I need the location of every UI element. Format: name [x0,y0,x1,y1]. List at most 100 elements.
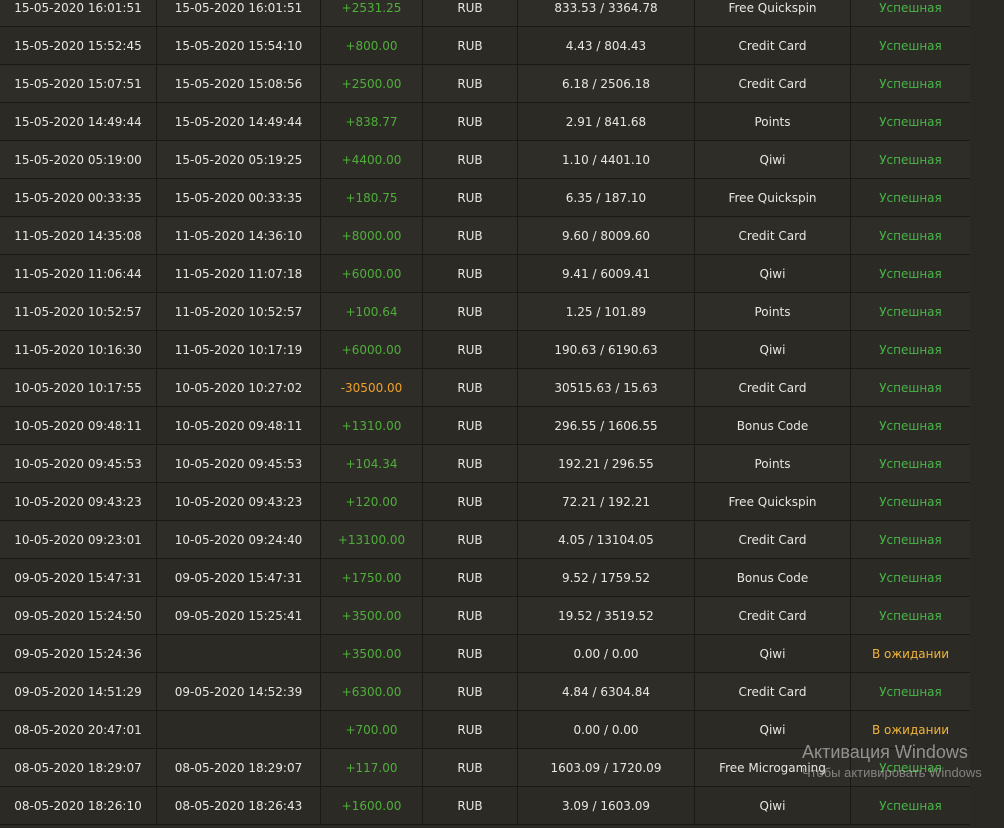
table-row: 10-05-2020 09:48:11 10-05-2020 09:48:11 +1… [0,406,971,445]
cell-balance: 1.25 / 101.89 [517,292,695,331]
cell-method: Points [694,292,851,331]
transactions-table: 15-05-2020 16:01:51 15-05-2020 16:01:51 +2… [0,0,971,825]
cell-amount: +180.75 [320,178,423,217]
cell-status: Успешная [850,520,971,559]
cell-currency: RUB [422,254,518,293]
cell-method: Free Microgaming [694,748,851,787]
table-row: 11-05-2020 10:16:30 11-05-2020 10:17:19 +6… [0,330,971,369]
cell-processed [156,634,321,673]
cell-amount: +6000.00 [320,330,423,369]
cell-processed: 09-05-2020 15:47:31 [156,558,321,597]
cell-created: 08-05-2020 18:29:07 [0,748,157,787]
cell-status: Успешная [850,596,971,635]
cell-method: Credit Card [694,64,851,103]
cell-balance: 0.00 / 0.00 [517,634,695,673]
table-row: 15-05-2020 15:52:45 15-05-2020 15:54:10 +8… [0,26,971,65]
cell-created: 15-05-2020 15:52:45 [0,26,157,65]
cell-created: 08-05-2020 20:47:01 [0,710,157,749]
table-row: 15-05-2020 16:01:51 15-05-2020 16:01:51 +2… [0,0,971,27]
cell-currency: RUB [422,634,518,673]
table-row: 15-05-2020 15:07:51 15-05-2020 15:08:56 +2… [0,64,971,103]
cell-method: Bonus Code [694,558,851,597]
transactions-table-wrapper: 15-05-2020 16:01:51 15-05-2020 16:01:51 +2… [0,0,971,825]
cell-method: Credit Card [694,520,851,559]
table-row: 11-05-2020 14:35:08 11-05-2020 14:36:10 +8… [0,216,971,255]
cell-status: Успешная [850,748,971,787]
right-gutter [970,0,1004,828]
cell-processed: 10-05-2020 09:24:40 [156,520,321,559]
cell-created: 10-05-2020 09:45:53 [0,444,157,483]
cell-processed: 15-05-2020 14:49:44 [156,102,321,141]
cell-currency: RUB [422,482,518,521]
cell-balance: 0.00 / 0.00 [517,710,695,749]
cell-currency: RUB [422,178,518,217]
cell-balance: 1603.09 / 1720.09 [517,748,695,787]
cell-status: Успешная [850,406,971,445]
cell-created: 10-05-2020 09:23:01 [0,520,157,559]
cell-amount: +117.00 [320,748,423,787]
cell-status: Успешная [850,482,971,521]
cell-balance: 6.35 / 187.10 [517,178,695,217]
table-row: 15-05-2020 05:19:00 15-05-2020 05:19:25 +4… [0,140,971,179]
cell-status: Успешная [850,140,971,179]
cell-processed: 10-05-2020 10:27:02 [156,368,321,407]
table-row: 10-05-2020 09:45:53 10-05-2020 09:45:53 +1… [0,444,971,483]
table-row: 15-05-2020 14:49:44 15-05-2020 14:49:44 +8… [0,102,971,141]
cell-processed: 11-05-2020 10:17:19 [156,330,321,369]
cell-status: Успешная [850,368,971,407]
cell-status: Успешная [850,786,971,825]
cell-balance: 4.05 / 13104.05 [517,520,695,559]
cell-amount: +2500.00 [320,64,423,103]
cell-created: 09-05-2020 15:47:31 [0,558,157,597]
cell-amount: +2531.25 [320,0,423,27]
cell-method: Credit Card [694,672,851,711]
cell-balance: 296.55 / 1606.55 [517,406,695,445]
cell-currency: RUB [422,140,518,179]
cell-balance: 3.09 / 1603.09 [517,786,695,825]
table-row: 10-05-2020 10:17:55 10-05-2020 10:27:02 -3… [0,368,971,407]
cell-method: Points [694,444,851,483]
cell-method: Credit Card [694,26,851,65]
cell-currency: RUB [422,520,518,559]
cell-amount: +13100.00 [320,520,423,559]
table-row: 09-05-2020 15:24:50 09-05-2020 15:25:41 +3… [0,596,971,635]
cell-method: Qiwi [694,786,851,825]
cell-currency: RUB [422,64,518,103]
table-row: 09-05-2020 15:24:36 +3500.00 RUB 0.00 / 0.0… [0,634,971,673]
cell-amount: +1310.00 [320,406,423,445]
cell-status: Успешная [850,216,971,255]
cell-created: 10-05-2020 09:48:11 [0,406,157,445]
table-row: 09-05-2020 15:47:31 09-05-2020 15:47:31 +1… [0,558,971,597]
table-row: 10-05-2020 09:43:23 10-05-2020 09:43:23 +1… [0,482,971,521]
cell-balance: 6.18 / 2506.18 [517,64,695,103]
cell-currency: RUB [422,710,518,749]
cell-balance: 9.60 / 8009.60 [517,216,695,255]
cell-status: Успешная [850,64,971,103]
cell-processed: 15-05-2020 15:08:56 [156,64,321,103]
cell-created: 15-05-2020 16:01:51 [0,0,157,27]
cell-amount: +4400.00 [320,140,423,179]
cell-balance: 1.10 / 4401.10 [517,140,695,179]
table-row: 09-05-2020 14:51:29 09-05-2020 14:52:39 +6… [0,672,971,711]
cell-method: Free Quickspin [694,178,851,217]
cell-status: Успешная [850,330,971,369]
cell-currency: RUB [422,444,518,483]
table-row: 11-05-2020 11:06:44 11-05-2020 11:07:18 +6… [0,254,971,293]
cell-balance: 2.91 / 841.68 [517,102,695,141]
cell-created: 08-05-2020 18:26:10 [0,786,157,825]
cell-created: 15-05-2020 00:33:35 [0,178,157,217]
cell-created: 10-05-2020 09:43:23 [0,482,157,521]
cell-amount: +6000.00 [320,254,423,293]
cell-created: 10-05-2020 10:17:55 [0,368,157,407]
table-row: 15-05-2020 00:33:35 15-05-2020 00:33:35 +1… [0,178,971,217]
cell-created: 15-05-2020 14:49:44 [0,102,157,141]
cell-balance: 30515.63 / 15.63 [517,368,695,407]
cell-created: 11-05-2020 14:35:08 [0,216,157,255]
cell-balance: 9.52 / 1759.52 [517,558,695,597]
cell-amount: +1750.00 [320,558,423,597]
cell-currency: RUB [422,596,518,635]
cell-processed: 15-05-2020 15:54:10 [156,26,321,65]
cell-balance: 4.84 / 6304.84 [517,672,695,711]
cell-currency: RUB [422,406,518,445]
table-row: 08-05-2020 18:26:10 08-05-2020 18:26:43 +1… [0,786,971,825]
